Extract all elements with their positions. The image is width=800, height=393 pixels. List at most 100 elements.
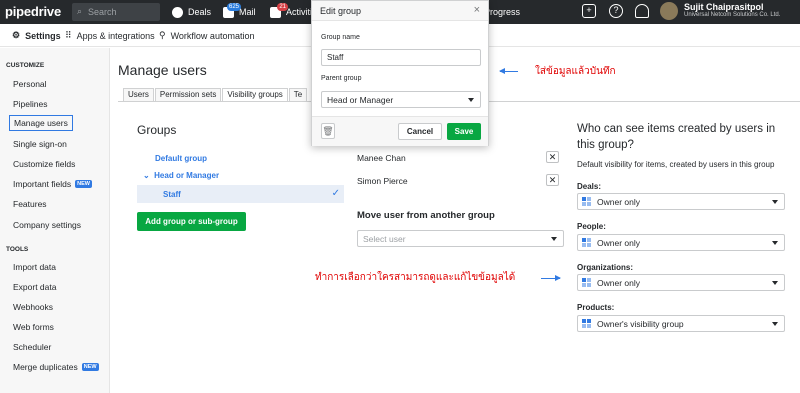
- group-name-field[interactable]: Staff: [321, 49, 481, 66]
- chevron-down-icon: [772, 200, 778, 204]
- automation-icon: ⚲: [159, 30, 166, 40]
- deals-visibility-select[interactable]: Owner only: [577, 193, 785, 210]
- annotation-save-note: ใส่ข้อมูลแล้วบันทึก: [535, 66, 616, 77]
- sidebar-item-customize-fields[interactable]: Customize fields: [13, 159, 75, 169]
- activities-badge: 21: [277, 2, 288, 11]
- chevron-down-icon: [772, 281, 778, 285]
- tab-teams[interactable]: Te: [288, 88, 308, 101]
- sidebar-item-features[interactable]: Features: [13, 199, 47, 209]
- user-company: Universal Netcom Solutions Co. Ltd.: [684, 12, 781, 18]
- new-badge: NEW: [75, 180, 92, 188]
- sidebar-item-company-settings[interactable]: Company settings: [13, 220, 81, 230]
- sidebar-item-important-fields[interactable]: Important fields NEW: [13, 179, 92, 189]
- nav-progress[interactable]: Progress: [484, 4, 520, 20]
- help-icon[interactable]: ?: [609, 4, 623, 18]
- sidebar-item-webhooks[interactable]: Webhooks: [13, 302, 53, 312]
- important-fields-label: Important fields: [13, 179, 72, 189]
- bell-icon[interactable]: [635, 4, 649, 18]
- select-user-dropdown[interactable]: Select user: [357, 230, 564, 247]
- products-visibility-select[interactable]: Owner's visibility group: [577, 315, 785, 332]
- sidebar-item-pipelines[interactable]: Pipelines: [13, 99, 48, 109]
- people-label: People:: [577, 222, 606, 231]
- group-head-or-manager[interactable]: ⌄ Head or Manager: [143, 171, 219, 180]
- avatar[interactable]: [660, 2, 678, 20]
- remove-member-button[interactable]: ✕: [546, 174, 559, 186]
- search-icon: ⌕: [77, 6, 83, 16]
- chevron-down-icon[interactable]: ⌄: [143, 171, 150, 180]
- nav-deals[interactable]: Deals: [172, 4, 211, 20]
- nav-deals-label: Deals: [188, 7, 212, 17]
- cancel-button[interactable]: Cancel: [398, 123, 442, 140]
- deals-label: Deals:: [577, 182, 602, 191]
- sidebar-item-personal[interactable]: Personal: [13, 79, 47, 89]
- user-name[interactable]: Sujit Chaiprasitpol: [684, 2, 764, 12]
- people-visibility-select[interactable]: Owner only: [577, 234, 785, 251]
- annotation-arrow-left: [499, 68, 518, 74]
- products-label: Products:: [577, 303, 615, 312]
- modal-footer: 🗑 Cancel Save: [312, 116, 488, 146]
- sidebar-item-merge-duplicates[interactable]: Merge duplicates NEW: [13, 362, 99, 372]
- chevron-down-icon: [772, 322, 778, 326]
- select-user-placeholder: Select user: [363, 234, 406, 244]
- check-icon: ✓: [331, 188, 340, 199]
- member-simon-pierce: Simon Pierce: [357, 176, 408, 186]
- move-user-heading: Move user from another group: [357, 210, 495, 221]
- close-icon[interactable]: ×: [474, 4, 480, 16]
- sidebar-item-web-forms[interactable]: Web forms: [13, 322, 54, 332]
- nav-mail[interactable]: 625 Mail: [223, 2, 256, 20]
- group-head-label: Head or Manager: [154, 171, 220, 180]
- visibility-description: Default visibility for items, created by…: [577, 160, 775, 169]
- sidebar-item-export-data[interactable]: Export data: [13, 282, 56, 292]
- apps-label: Apps & integrations: [76, 30, 155, 41]
- merge-duplicates-label: Merge duplicates: [13, 362, 78, 372]
- save-button[interactable]: Save: [447, 123, 481, 140]
- organizations-visibility-select[interactable]: Owner only: [577, 274, 785, 291]
- sidebar-item-single-sign-on[interactable]: Single sign-on: [13, 139, 67, 149]
- mail-badge: 625: [226, 2, 241, 11]
- people-visibility-value: Owner only: [597, 238, 640, 248]
- pipedrive-logo[interactable]: pipedrive: [5, 4, 61, 19]
- sidebar-item-scheduler[interactable]: Scheduler: [13, 342, 51, 352]
- parent-group-label: Parent group: [321, 75, 362, 82]
- sidebar-item-manage-users[interactable]: Manage users: [9, 115, 73, 131]
- gear-icon: ⚙: [12, 30, 21, 40]
- edit-group-modal: Edit group × Group name Staff Parent gro…: [311, 0, 489, 146]
- workflow-automation-link[interactable]: ⚲ Workflow automation: [159, 30, 254, 41]
- modal-title: Edit group: [320, 6, 362, 16]
- visibility-icon: [582, 278, 592, 288]
- visibility-icon: [582, 319, 592, 329]
- tools-heading: TOOLS: [6, 246, 29, 253]
- parent-group-value: Head or Manager: [327, 95, 394, 105]
- settings-sidebar: CUSTOMIZE Personal Pipelines Manage user…: [0, 48, 110, 393]
- groups-heading: Groups: [137, 123, 177, 137]
- annotation-arrow-right: [541, 275, 561, 281]
- add-group-button[interactable]: Add group or sub-group: [137, 212, 246, 231]
- apps-integrations-link[interactable]: ⠿ Apps & integrations: [65, 30, 155, 41]
- parent-group-select[interactable]: Head or Manager: [321, 91, 481, 108]
- mail-icon: 625: [223, 2, 241, 18]
- search-input[interactable]: ⌕ Search: [72, 3, 160, 21]
- group-name-label: Group name: [321, 34, 360, 41]
- workflow-label: Workflow automation: [170, 30, 255, 41]
- products-visibility-value: Owner's visibility group: [597, 319, 684, 329]
- sidebar-item-import-data[interactable]: Import data: [13, 262, 56, 272]
- deals-visibility-value: Owner only: [597, 197, 640, 207]
- remove-member-button[interactable]: ✕: [546, 151, 559, 163]
- tab-permission-sets[interactable]: Permission sets: [154, 88, 222, 101]
- group-default[interactable]: Default group: [155, 154, 207, 163]
- group-staff[interactable]: Staff ✓: [137, 185, 344, 203]
- calendar-icon: 21: [270, 2, 288, 18]
- chevron-down-icon: [551, 237, 557, 241]
- tab-visibility-groups[interactable]: Visibility groups: [222, 88, 288, 101]
- tab-users[interactable]: Users: [123, 88, 154, 101]
- nav-progress-label: Progress: [484, 7, 521, 17]
- trash-icon[interactable]: 🗑: [321, 123, 335, 139]
- chevron-down-icon: [772, 241, 778, 245]
- add-icon[interactable]: +: [582, 4, 596, 18]
- grid-icon: ⠿: [65, 30, 72, 40]
- settings-link[interactable]: ⚙ Settings: [12, 30, 61, 41]
- dollar-icon: [172, 6, 183, 18]
- group-staff-label: Staff: [163, 190, 181, 199]
- annotation-visibility-note: ทำการเลือกว่าใครสามารถดูและแก้ไขข้อมูลได…: [315, 272, 516, 283]
- organizations-visibility-value: Owner only: [597, 278, 640, 288]
